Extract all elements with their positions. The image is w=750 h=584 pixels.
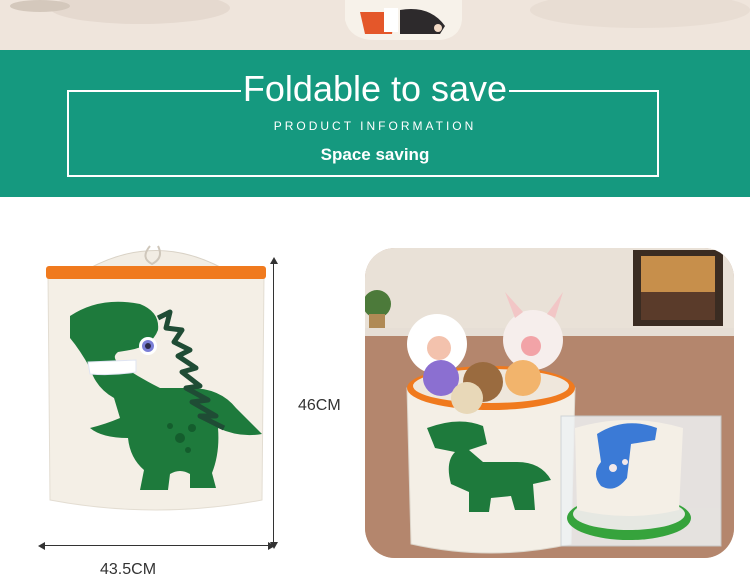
arrow-up-icon <box>270 257 278 264</box>
banner-caption: Space saving <box>320 145 430 164</box>
toys-in-basket-scene <box>365 248 734 558</box>
product-image <box>40 238 272 528</box>
banner-subtitle: PRODUCT INFORMATION <box>273 119 477 133</box>
arrow-left-icon <box>38 542 45 550</box>
banner-title: Foldable to save <box>0 68 750 109</box>
width-dimension-line <box>42 545 272 546</box>
height-dimension-line <box>273 262 274 546</box>
width-label: 43.5CM <box>100 561 157 578</box>
height-label: 46CM <box>298 397 341 414</box>
arrow-right-icon <box>268 542 275 550</box>
scene-image <box>365 248 734 558</box>
top-photo-strip <box>0 0 750 50</box>
info-banner: Foldable to save PRODUCT INFORMATION Spa… <box>0 50 750 197</box>
dinosaur-basket-illustration <box>46 245 266 511</box>
top-photo-image <box>0 0 750 50</box>
banner-title-text: Foldable to save <box>240 68 510 109</box>
